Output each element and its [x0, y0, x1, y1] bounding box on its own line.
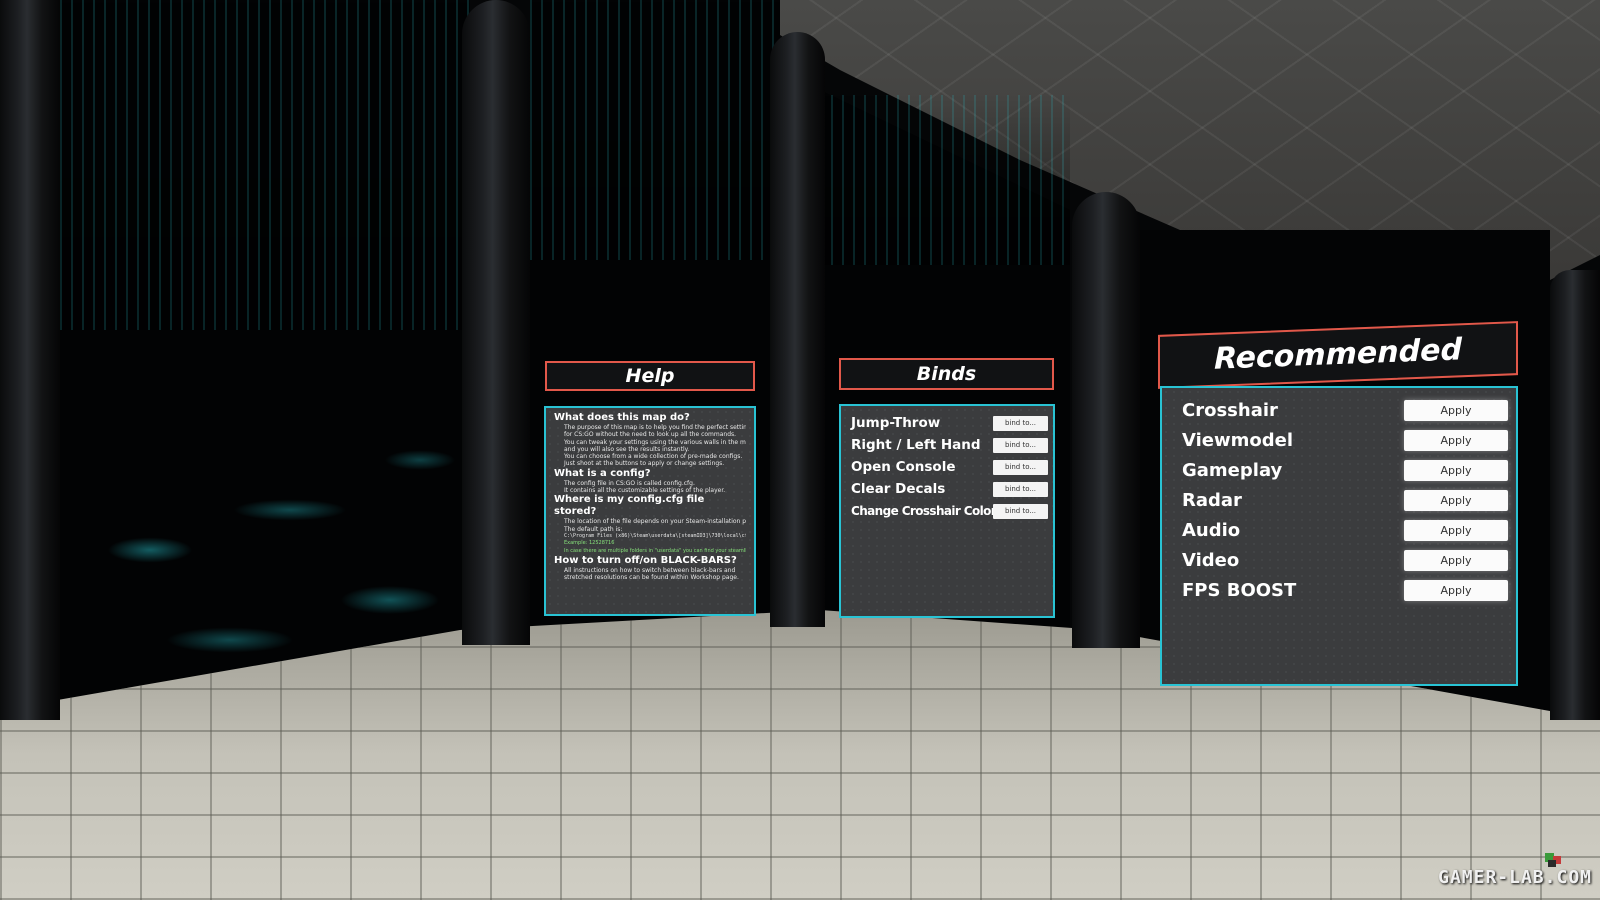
help-text: You can choose from a wide collection of… — [564, 453, 743, 461]
help-text: for CS:GO without the need to look up al… — [564, 431, 737, 439]
bind-label: Open Console — [851, 459, 956, 475]
help-text: You can tweak your settings using the va… — [564, 438, 746, 446]
help-text: The purpose of this map is to help you f… — [564, 424, 746, 431]
rec-row-audio: Audio Apply — [1182, 516, 1508, 546]
help-text: It contains all the customizable setting… — [564, 487, 726, 495]
bind-label: Jump-Throw — [851, 415, 941, 431]
help-question: How to turn off/on BLACK-BARS? — [554, 554, 737, 566]
recommended-panel: Crosshair Apply Viewmodel Apply Gameplay… — [1160, 386, 1518, 686]
game-viewport: Help What does this map do? The purpose … — [0, 0, 1600, 900]
help-note: In case there are multiple folders in "u… — [564, 547, 746, 554]
puzzle-logo-icon — [1545, 853, 1561, 867]
help-panel: What does this map do? The purpose of th… — [544, 406, 756, 616]
help-text: The location of the file depends on your… — [564, 518, 746, 526]
pillar-right-edge — [1550, 270, 1600, 720]
help-text: The config file in CS:GO is called confi… — [564, 479, 695, 487]
bind-row-crosshair-color: Change Crosshair Color bind to... — [851, 500, 1048, 522]
rec-label: FPS BOOST — [1182, 580, 1297, 601]
bind-label: Right / Left Hand — [851, 437, 981, 453]
bind-row-jump-throw: Jump-Throw bind to... — [851, 412, 1048, 434]
apply-fps-boost-button[interactable]: Apply — [1404, 580, 1508, 601]
bind-row-hand: Right / Left Hand bind to... — [851, 434, 1048, 456]
apply-crosshair-button[interactable]: Apply — [1404, 400, 1508, 421]
apply-video-button[interactable]: Apply — [1404, 550, 1508, 571]
rec-label: Video — [1182, 550, 1240, 571]
help-text: The default path is: — [564, 525, 623, 533]
help-section-2: What is a config? The config file in CS:… — [554, 468, 746, 495]
code-rain-binds — [820, 95, 1070, 265]
rec-row-gameplay: Gameplay Apply — [1182, 456, 1508, 486]
help-header: Help — [545, 361, 755, 391]
bind-row-decals: Clear Decals bind to... — [851, 478, 1048, 500]
config-path: C:\Program Files (x86)\Steam\userdata\[s… — [564, 532, 746, 539]
apply-gameplay-button[interactable]: Apply — [1404, 460, 1508, 481]
bind-label: Change Crosshair Color — [851, 504, 997, 518]
help-section-1: What does this map do? The purpose of th… — [554, 412, 746, 468]
apply-viewmodel-button[interactable]: Apply — [1404, 430, 1508, 451]
apply-radar-button[interactable]: Apply — [1404, 490, 1508, 511]
bind-decals-button[interactable]: bind to... — [993, 482, 1048, 497]
pillar-left-edge — [0, 0, 60, 720]
help-question: Where is my config.cfg file stored? — [554, 494, 705, 518]
rec-label: Radar — [1182, 490, 1242, 511]
code-rain-help — [530, 0, 780, 260]
pillar-3 — [1072, 192, 1140, 648]
help-text: stretched resolutions can be found withi… — [564, 574, 739, 582]
help-text: All instructions on how to switch betwee… — [564, 566, 736, 574]
watermark-text: GAMER-LAB.COM — [1438, 867, 1592, 888]
pillar-2 — [770, 32, 825, 627]
help-section-4: How to turn off/on BLACK-BARS? All instr… — [554, 555, 746, 582]
help-question: What does this map do? — [554, 412, 690, 423]
watermark: GAMER-LAB.COM — [1422, 852, 1592, 892]
bind-label: Clear Decals — [851, 481, 946, 497]
pillar-1 — [462, 0, 530, 645]
bind-jump-throw-button[interactable]: bind to... — [993, 416, 1048, 431]
help-question: What is a config? — [554, 467, 651, 479]
rec-label: Viewmodel — [1182, 430, 1294, 451]
rec-row-radar: Radar Apply — [1182, 486, 1508, 516]
rec-label: Audio — [1182, 520, 1241, 541]
bind-console-button[interactable]: bind to... — [993, 460, 1048, 475]
help-text: Just shoot at the buttons to apply or ch… — [564, 460, 725, 468]
binds-header: Binds — [839, 358, 1054, 390]
bind-row-console: Open Console bind to... — [851, 456, 1048, 478]
apply-audio-button[interactable]: Apply — [1404, 520, 1508, 541]
rec-row-crosshair: Crosshair Apply — [1182, 396, 1508, 426]
rec-row-viewmodel: Viewmodel Apply — [1182, 426, 1508, 456]
binds-panel: Jump-Throw bind to... Right / Left Hand … — [839, 404, 1055, 618]
help-note: Example: 12528716 — [564, 540, 615, 547]
help-section-3: Where is my config.cfg file stored? The … — [554, 494, 746, 554]
bind-crosshair-color-button[interactable]: bind to... — [993, 504, 1048, 519]
rec-label: Gameplay — [1182, 460, 1283, 481]
rec-label: Crosshair — [1182, 400, 1278, 421]
rec-row-video: Video Apply — [1182, 546, 1508, 576]
rec-row-fps-boost: FPS BOOST Apply — [1182, 576, 1508, 606]
bind-hand-button[interactable]: bind to... — [993, 438, 1048, 453]
code-rain-left — [60, 0, 470, 330]
help-text: and you will also see the results instan… — [564, 445, 690, 453]
